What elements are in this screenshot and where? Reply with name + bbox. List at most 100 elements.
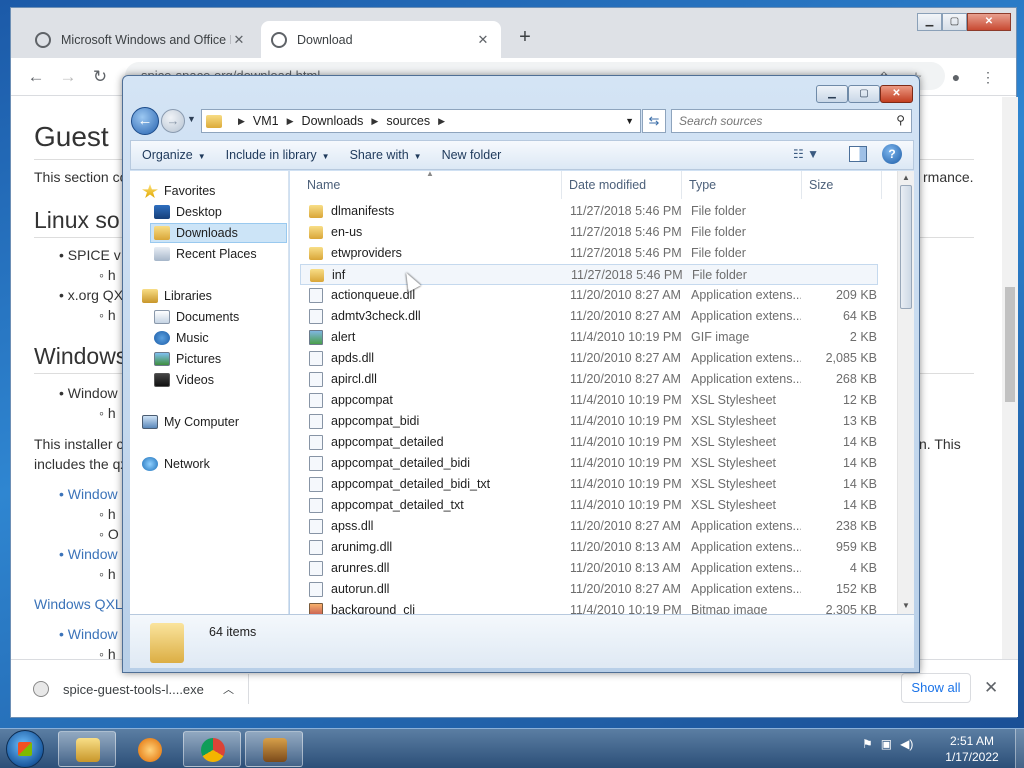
share-with-button[interactable]: Share with ▼ bbox=[339, 148, 431, 162]
tab-microsoft-windows[interactable]: Microsoft Windows and Office IS ✕ bbox=[25, 21, 257, 58]
action-center-flag-icon[interactable]: ⚑ bbox=[862, 737, 873, 751]
column-header-type[interactable]: Type bbox=[682, 171, 802, 199]
minimize-button[interactable]: ▁ bbox=[917, 13, 942, 31]
column-header-date[interactable]: Date modified bbox=[562, 171, 682, 199]
taskbar-explorer[interactable] bbox=[58, 731, 116, 767]
address-breadcrumb[interactable]: ▶ VM1 ▶ Downloads ▶ sources ▶ ▼ bbox=[201, 109, 641, 133]
file-row[interactable]: appcompat_bidi 11/4/2010 10:19 PM XSL Styl… bbox=[300, 411, 878, 432]
file-size: 64 KB bbox=[842, 309, 877, 323]
volume-icon[interactable]: ◀) bbox=[900, 737, 913, 751]
file-row[interactable]: etwproviders 11/27/2018 5:46 PM File folde… bbox=[300, 243, 878, 264]
close-tab-icon[interactable]: ✕ bbox=[475, 32, 491, 48]
file-row[interactable]: actionqueue.dll 11/20/2010 8:27 AM Applica… bbox=[300, 285, 878, 306]
help-icon[interactable]: ? bbox=[882, 144, 902, 164]
back-arrow-icon[interactable]: ← bbox=[131, 107, 159, 135]
back-arrow-icon[interactable]: ← bbox=[25, 66, 47, 88]
file-list: Name ▲ Date modified Type Size dlmanifes… bbox=[290, 171, 914, 614]
minimize-button[interactable]: ▁ bbox=[816, 85, 848, 103]
chevron-right-icon[interactable]: ▶ bbox=[238, 116, 245, 127]
new-tab-button[interactable]: + bbox=[513, 26, 537, 49]
close-window-button[interactable]: ✕ bbox=[880, 85, 913, 103]
file-row[interactable]: apss.dll 11/20/2010 8:27 AM Application ex… bbox=[300, 516, 878, 537]
file-row[interactable]: arunimg.dll 11/20/2010 8:13 AM Application… bbox=[300, 537, 878, 558]
nav-my-computer[interactable]: My Computer bbox=[142, 412, 239, 432]
chevron-right-icon[interactable]: ▶ bbox=[438, 116, 445, 127]
file-row[interactable]: appcompat 11/4/2010 10:19 PM XSL Styleshee… bbox=[300, 390, 878, 411]
profile-icon[interactable]: ● bbox=[945, 66, 967, 88]
taskbar-media-player[interactable] bbox=[120, 731, 178, 767]
nav-pictures[interactable]: Pictures bbox=[154, 349, 221, 369]
file-row[interactable]: inf 11/27/2018 5:46 PM File folder bbox=[300, 264, 878, 285]
chevron-right-icon[interactable]: ▶ bbox=[371, 116, 378, 127]
download-item[interactable]: spice-guest-tools-l....exe ︿ bbox=[33, 674, 249, 704]
tab-download[interactable]: Download ✕ bbox=[261, 21, 501, 58]
forward-arrow-icon[interactable]: → bbox=[161, 109, 185, 133]
scroll-down-icon[interactable]: ▼ bbox=[902, 601, 910, 610]
menu-icon[interactable]: ⋮ bbox=[977, 66, 999, 88]
download-link[interactable]: • Window bbox=[59, 626, 118, 642]
file-row[interactable]: autorun.dll 11/20/2010 8:27 AM Application… bbox=[300, 579, 878, 600]
preview-pane-icon[interactable] bbox=[849, 146, 867, 162]
organize-button[interactable]: Organize ▼ bbox=[131, 148, 215, 162]
file-row[interactable]: appcompat_detailed_bidi_txt 11/4/2010 10:… bbox=[300, 474, 878, 495]
chevron-right-icon[interactable]: ▶ bbox=[287, 116, 294, 127]
breadcrumb-downloads[interactable]: Downloads bbox=[302, 114, 364, 128]
search-icon[interactable]: ⚲ bbox=[896, 113, 905, 127]
nav-music[interactable]: Music bbox=[154, 328, 209, 348]
network-tray-icon[interactable]: ▣ bbox=[881, 737, 892, 751]
file-row[interactable]: appcompat_detailed_txt 11/4/2010 10:19 PM… bbox=[300, 495, 878, 516]
taskbar-chrome[interactable] bbox=[183, 731, 241, 767]
close-icon[interactable]: ✕ bbox=[984, 678, 998, 698]
nav-desktop[interactable]: Desktop bbox=[154, 202, 222, 222]
file-icon bbox=[309, 456, 323, 471]
breadcrumb-sources[interactable]: sources bbox=[386, 114, 430, 128]
nav-libraries[interactable]: Libraries bbox=[142, 286, 212, 306]
file-row[interactable]: appcompat_detailed 11/4/2010 10:19 PM XSL … bbox=[300, 432, 878, 453]
show-all-button[interactable]: Show all bbox=[901, 673, 971, 703]
file-list-scrollbar[interactable]: ▲ ▼ bbox=[897, 171, 914, 614]
history-dropdown-icon[interactable]: ▼ bbox=[187, 114, 196, 124]
nav-network[interactable]: Network bbox=[142, 454, 210, 474]
nav-downloads[interactable]: Downloads bbox=[150, 223, 287, 243]
scroll-up-icon[interactable]: ▲ bbox=[902, 173, 910, 182]
file-row[interactable]: admtv3check.dll 11/20/2010 8:27 AM Applica… bbox=[300, 306, 878, 327]
file-row[interactable]: background_cli 11/4/2010 10:19 PM Bitmap i… bbox=[300, 600, 878, 614]
column-header-size[interactable]: Size bbox=[802, 171, 882, 199]
chevron-down-icon[interactable]: ▼ bbox=[625, 116, 634, 126]
download-link[interactable]: • Window bbox=[59, 486, 118, 502]
start-button[interactable] bbox=[6, 730, 44, 768]
forward-arrow-icon[interactable]: → bbox=[57, 66, 79, 88]
close-window-button[interactable]: ✕ bbox=[967, 13, 1011, 31]
chevron-up-icon[interactable]: ︿ bbox=[223, 681, 234, 697]
include-in-library-button[interactable]: Include in library ▼ bbox=[215, 148, 339, 162]
download-link[interactable]: • Window bbox=[59, 546, 118, 562]
scrollbar-thumb[interactable] bbox=[1005, 287, 1015, 402]
maximize-button[interactable]: ▢ bbox=[848, 85, 880, 103]
reload-icon[interactable]: ↻ bbox=[89, 66, 111, 88]
maximize-button[interactable]: ▢ bbox=[942, 13, 967, 31]
page-scrollbar[interactable] bbox=[1002, 97, 1018, 659]
file-row[interactable]: apds.dll 11/20/2010 8:27 AM Application ex… bbox=[300, 348, 878, 369]
new-folder-button[interactable]: New folder bbox=[431, 148, 511, 162]
change-view-button[interactable]: ☷ ▼ bbox=[793, 147, 819, 161]
search-input[interactable] bbox=[672, 110, 882, 132]
breadcrumb-vm1[interactable]: VM1 bbox=[253, 114, 279, 128]
nav-recent-places[interactable]: Recent Places bbox=[154, 244, 257, 264]
show-desktop-button[interactable] bbox=[1015, 729, 1024, 768]
search-box[interactable]: ⚲ bbox=[671, 109, 912, 133]
qxl-link[interactable]: Windows QXL bbox=[34, 596, 123, 612]
file-row[interactable]: alert 11/4/2010 10:19 PM GIF image 2 KB bbox=[300, 327, 878, 348]
file-row[interactable]: apircl.dll 11/20/2010 8:27 AM Application … bbox=[300, 369, 878, 390]
close-tab-icon[interactable]: ✕ bbox=[231, 32, 247, 48]
nav-videos[interactable]: Videos bbox=[154, 370, 214, 390]
refresh-button[interactable]: ⇆ bbox=[642, 109, 666, 133]
file-row[interactable]: appcompat_detailed_bidi 11/4/2010 10:19 P… bbox=[300, 453, 878, 474]
file-row[interactable]: en-us 11/27/2018 5:46 PM File folder bbox=[300, 222, 878, 243]
file-row[interactable]: dlmanifests 11/27/2018 5:46 PM File folder bbox=[300, 201, 878, 222]
nav-documents[interactable]: Documents bbox=[154, 307, 239, 327]
taskbar-installer[interactable] bbox=[245, 731, 303, 767]
file-row[interactable]: arunres.dll 11/20/2010 8:13 AM Application… bbox=[300, 558, 878, 579]
nav-favorites[interactable]: Favorites bbox=[142, 181, 215, 201]
scrollbar-thumb[interactable] bbox=[900, 185, 912, 309]
clock[interactable]: 2:51 AM 1/17/2022 bbox=[930, 733, 1014, 765]
